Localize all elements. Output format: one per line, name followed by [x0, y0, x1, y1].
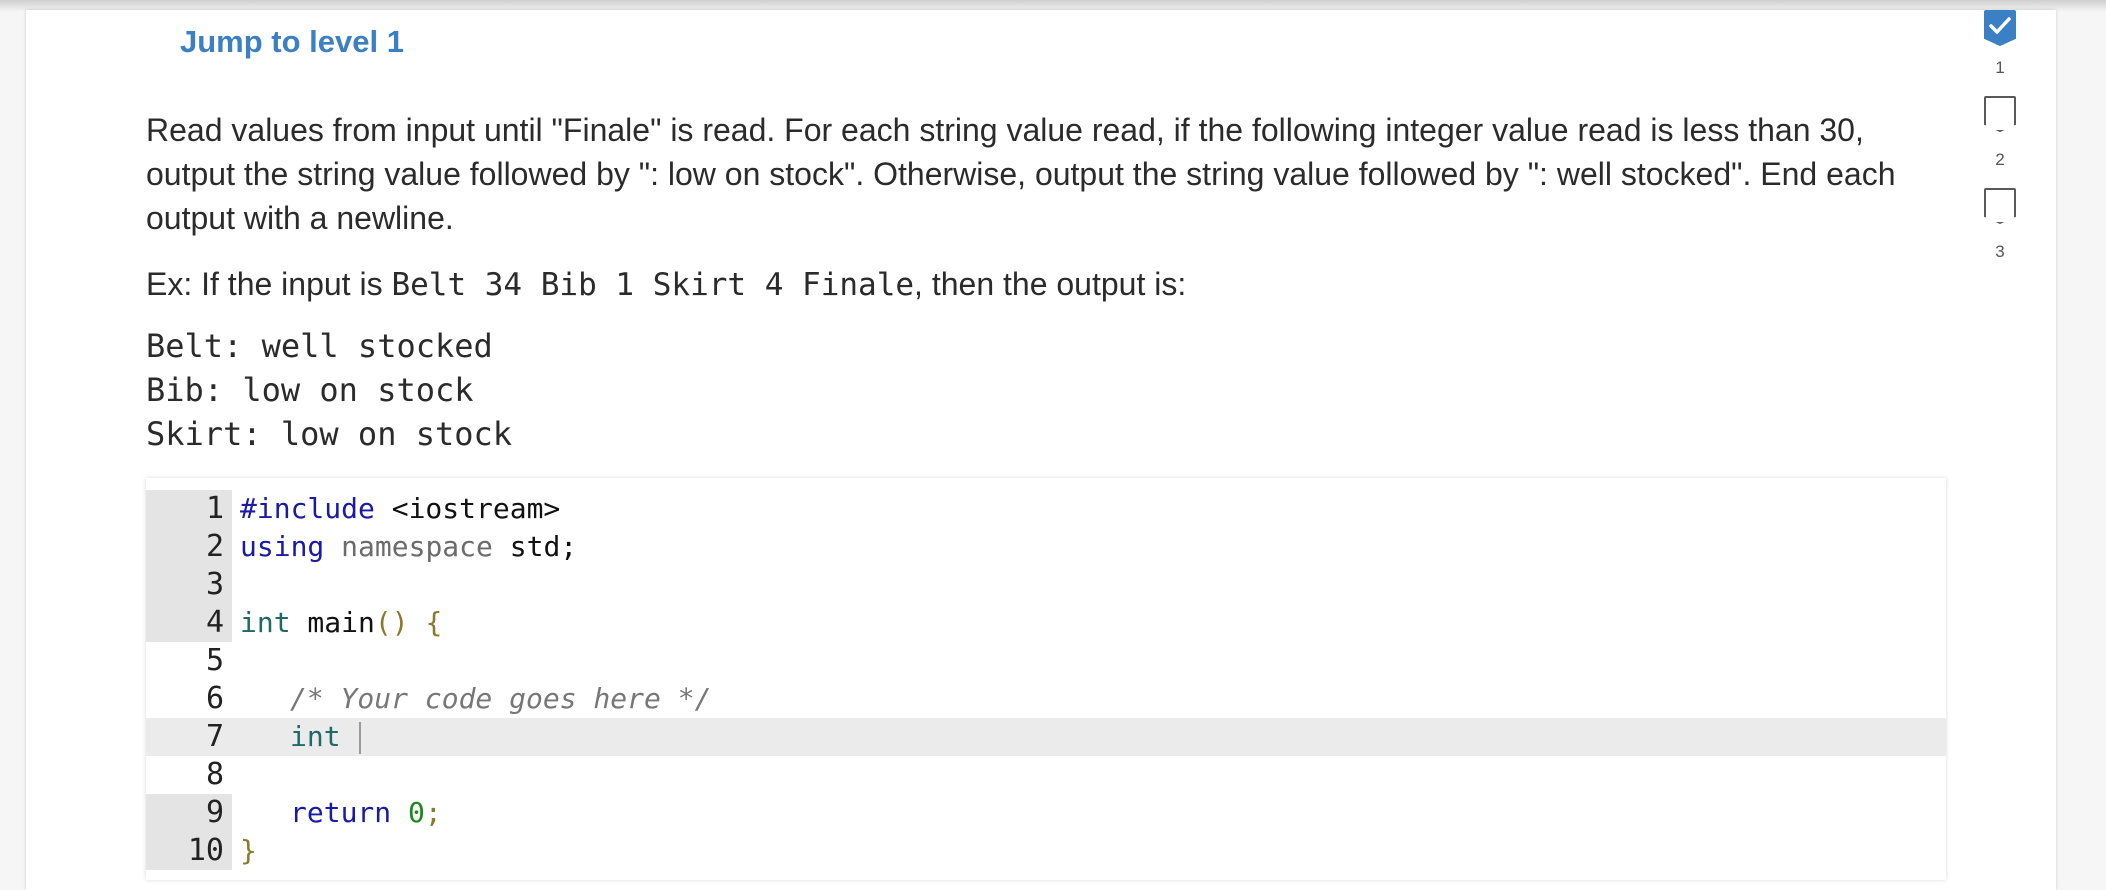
level-number: 3 [1995, 242, 2005, 261]
code-token: <iostream> [374, 492, 561, 525]
jump-to-level-link[interactable]: Jump to level 1 [180, 22, 404, 62]
code-token: main [290, 606, 375, 639]
text-cursor [359, 722, 362, 754]
line-number: 4 [146, 604, 232, 642]
example-prefix: Ex: If the input is [146, 266, 392, 302]
code-token: using [240, 530, 325, 563]
output-line: Belt: well stocked [146, 327, 493, 365]
line-number: 3 [146, 566, 232, 604]
code-line: 2 using namespace std; [146, 528, 1946, 566]
line-number: 1 [146, 490, 232, 528]
code-line: 3 [146, 566, 1946, 604]
output-line: Skirt: low on stock [146, 415, 513, 453]
code-token: std; [492, 530, 578, 563]
code-token: { [408, 606, 443, 639]
code-editor[interactable]: 1 #include <iostream> 2 using namespace … [146, 478, 1946, 880]
code-token: ; [424, 796, 442, 829]
example-output: Belt: well stocked Bib: low on stock Ski… [146, 324, 512, 456]
example-suffix: , then the output is: [914, 266, 1187, 302]
code-line: 5 [146, 642, 1946, 680]
line-number: 8 [205, 757, 224, 792]
line-number: 7 [205, 719, 224, 754]
line-number: 9 [146, 794, 232, 832]
problem-description: Read values from input until "Finale" is… [146, 112, 1896, 236]
code-token: 0 [408, 796, 425, 829]
line-number: 10 [146, 832, 232, 870]
code-line: 6 /* Your code goes here */ [146, 680, 1946, 718]
code-line: 8 [146, 756, 1946, 794]
code-token: () [374, 606, 409, 639]
code-line: 9 return 0; [146, 794, 1946, 832]
level-number: 1 [1995, 58, 2005, 77]
checkmark-icon [1989, 17, 2011, 34]
level-1-checkbox[interactable] [1984, 10, 2016, 46]
output-line: Bib: low on stock [146, 371, 474, 409]
code-token: /* Your code goes here */ [290, 682, 712, 715]
code-token: int [240, 606, 291, 639]
line-number: 2 [146, 528, 232, 566]
level-3-checkbox[interactable] [1984, 188, 2016, 224]
code-line-active[interactable]: 7 int [146, 718, 1946, 756]
code-token: return [290, 796, 392, 829]
code-line: 1 #include <iostream> [146, 490, 1946, 528]
example-input: Belt 34 Bib 1 Skirt 4 Finale [391, 267, 915, 303]
example-text: Ex: If the input is Belt 34 Bib 1 Skirt … [146, 262, 1186, 307]
line-number: 5 [205, 643, 224, 678]
level-2-checkbox[interactable] [1984, 96, 2016, 132]
level-number: 2 [1995, 150, 2005, 169]
code-token: int [290, 720, 341, 753]
code-token: #include [240, 492, 375, 525]
code-line: 4 int main() { [146, 604, 1946, 642]
code-token: } [240, 834, 257, 867]
line-number: 6 [205, 681, 224, 716]
code-line: 10 } [146, 832, 1946, 870]
code-token: namespace [341, 530, 493, 563]
